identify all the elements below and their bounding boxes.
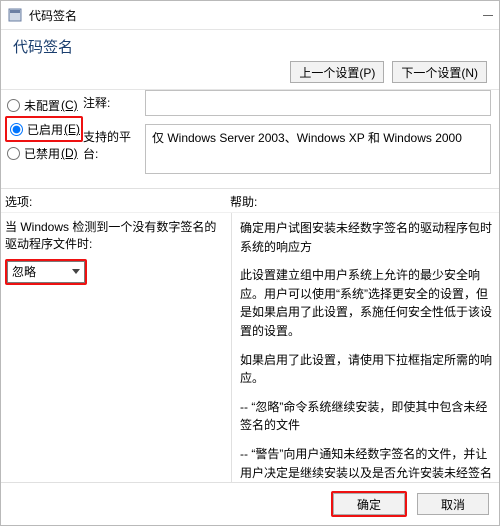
- dropdown-value: 忽略: [12, 263, 36, 280]
- midbar: 选项: 帮助:: [1, 188, 499, 212]
- options-panel: 当 Windows 检测到一个没有数字签名的驱动程序文件时: 忽略: [1, 213, 231, 482]
- titlebar: 代码签名: [1, 1, 499, 30]
- help-label: 帮助:: [230, 193, 257, 210]
- options-label: 选项:: [5, 193, 230, 210]
- footer: 确定 取消: [1, 482, 499, 525]
- radio-disabled[interactable]: 已禁用(D): [5, 143, 83, 163]
- app-icon: [7, 7, 23, 23]
- window-title: 代码签名: [29, 7, 77, 24]
- radio-group: 未配置(C) 已启用(E) 已禁用(D): [5, 90, 83, 182]
- action-dropdown[interactable]: 忽略: [7, 261, 85, 283]
- comment-input[interactable]: [145, 90, 491, 116]
- fields: 注释: 支持的平台: 仅 Windows Server 2003、Windows…: [83, 90, 499, 182]
- main-row: 当 Windows 检测到一个没有数字签名的驱动程序文件时: 忽略 确定用户试图…: [1, 212, 499, 482]
- option-instruction: 当 Windows 检测到一个没有数字签名的驱动程序文件时:: [5, 219, 223, 253]
- comment-label: 注释:: [83, 90, 145, 111]
- nav-buttons: 上一个设置(P) 下一个设置(N): [1, 57, 499, 89]
- help-p2: 此设置建立组中用户系统上允许的最少安全响应。用户可以使用“系统”选择更安全的设置…: [240, 266, 495, 340]
- page-heading: 代码签名: [1, 30, 499, 57]
- help-panel: 确定用户试图安装未经数字签名的驱动程序包时系统的响应方 此设置建立组中用户系统上…: [231, 213, 499, 482]
- minimize-icon[interactable]: [483, 15, 493, 16]
- platform-box: 仅 Windows Server 2003、Windows XP 和 Windo…: [145, 124, 491, 174]
- next-setting-button[interactable]: 下一个设置(N): [392, 61, 487, 83]
- platform-value: 仅 Windows Server 2003、Windows XP 和 Windo…: [152, 129, 484, 146]
- help-p1: 确定用户试图安装未经数字签名的驱动程序包时系统的响应方: [240, 219, 495, 256]
- chevron-down-icon: [72, 269, 80, 275]
- platform-label: 支持的平台:: [83, 124, 145, 162]
- radio-not-configured[interactable]: 未配置(C): [5, 95, 83, 115]
- prev-setting-button[interactable]: 上一个设置(P): [290, 61, 384, 83]
- content: 代码签名 上一个设置(P) 下一个设置(N) 未配置(C) 已启用(E) 已禁用…: [1, 30, 499, 525]
- radio-enabled[interactable]: 已启用(E): [8, 119, 80, 139]
- window: 代码签名 代码签名 上一个设置(P) 下一个设置(N) 未配置(C) 已启用(E…: [0, 0, 500, 526]
- help-p5: -- “警告”向用户通知未经数字签名的文件，并让用户决定是继续安装以及是否允许安…: [240, 445, 495, 482]
- form-area: 未配置(C) 已启用(E) 已禁用(D) 注释: 支持的平台:: [1, 90, 499, 188]
- ok-button[interactable]: 确定: [333, 493, 405, 515]
- cancel-button[interactable]: 取消: [417, 493, 489, 515]
- help-p3: 如果启用了此设置，请使用下拉框指定所需的响应。: [240, 351, 495, 388]
- help-p4: -- “忽略”命令系统继续安装，即使其中包含未经签名的文件: [240, 398, 495, 435]
